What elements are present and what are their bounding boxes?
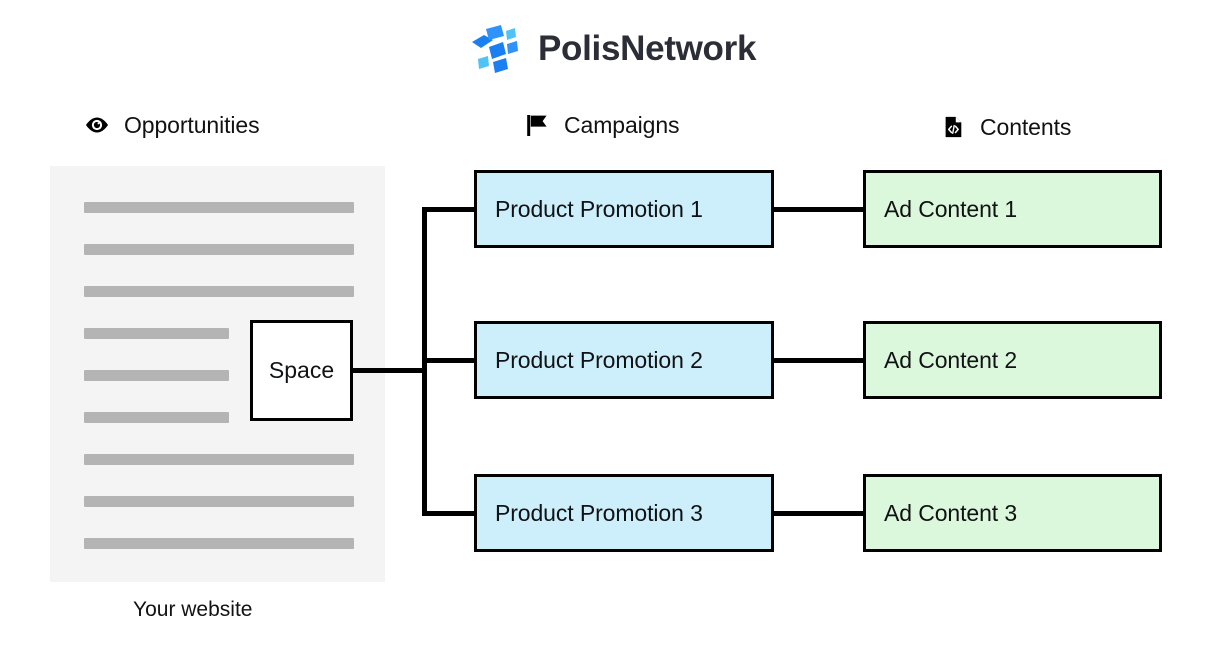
placeholder-bar — [84, 286, 354, 297]
content-node-1[interactable]: Ad Content 1 — [863, 170, 1162, 248]
column-header-label: Opportunities — [124, 111, 260, 138]
placeholder-bar — [84, 244, 354, 255]
ad-space-box[interactable]: Space — [250, 320, 353, 421]
placeholder-bar — [84, 538, 354, 549]
diagram-canvas: PolisNetwork Opportunities Campaigns Con… — [0, 0, 1212, 646]
campaign-node-2[interactable]: Product Promotion 2 — [474, 321, 774, 399]
connector-trunk-to-campaign-3 — [422, 511, 477, 516]
connector-campaign-1-to-content-1 — [771, 207, 866, 212]
brand-logo: PolisNetwork — [470, 20, 756, 78]
code-file-icon — [940, 114, 966, 140]
column-header-campaigns: Campaigns — [524, 108, 680, 142]
placeholder-bar — [84, 454, 354, 465]
placeholder-bar — [84, 412, 229, 423]
connector-campaign-2-to-content-2 — [771, 358, 866, 363]
placeholder-bar — [84, 328, 229, 339]
placeholder-bar — [84, 202, 354, 213]
column-header-contents: Contents — [940, 110, 1071, 144]
connector-campaign-3-to-content-3 — [771, 511, 866, 516]
placeholder-bar — [84, 370, 229, 381]
eye-icon — [84, 112, 110, 138]
website-caption: Your website — [133, 598, 253, 621]
column-header-opportunities: Opportunities — [84, 108, 260, 142]
connector-trunk-to-campaign-2 — [422, 358, 477, 363]
connector-trunk-to-campaign-1 — [422, 207, 477, 212]
content-node-2[interactable]: Ad Content 2 — [863, 321, 1162, 399]
connector-space-to-trunk — [350, 368, 427, 373]
placeholder-bar — [84, 496, 354, 507]
campaign-node-1[interactable]: Product Promotion 1 — [474, 170, 774, 248]
column-header-label: Campaigns — [564, 111, 680, 138]
campaign-node-3[interactable]: Product Promotion 3 — [474, 474, 774, 552]
column-header-label: Contents — [980, 113, 1072, 140]
brand-name: PolisNetwork — [538, 29, 757, 68]
content-node-3[interactable]: Ad Content 3 — [863, 474, 1162, 552]
flag-icon — [524, 112, 550, 138]
polisnetwork-logo-mark-icon — [472, 25, 518, 73]
